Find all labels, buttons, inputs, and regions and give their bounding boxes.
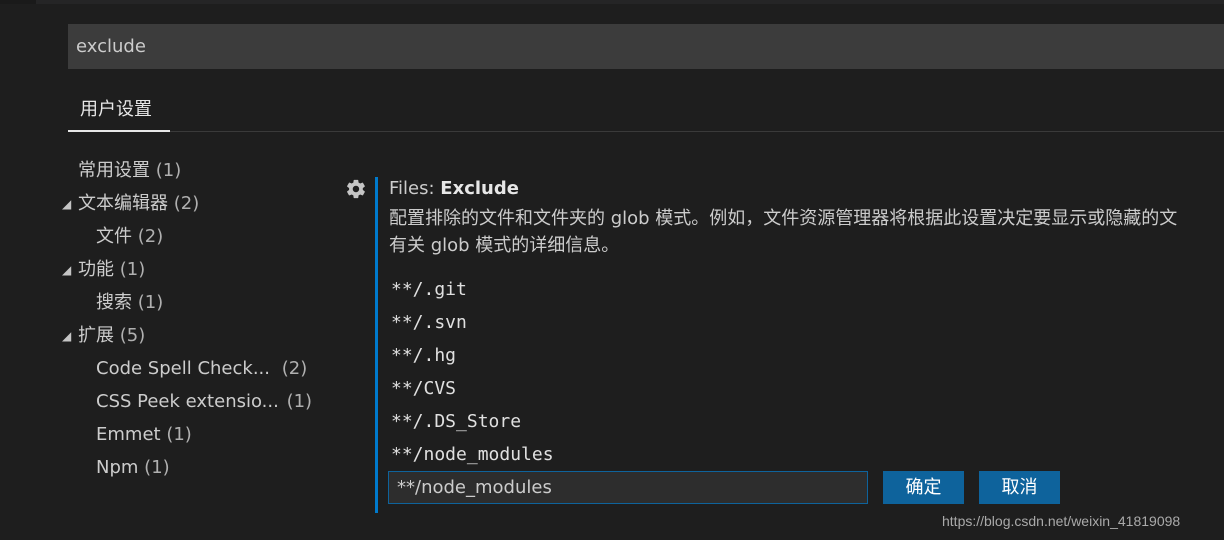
toc-item-common[interactable]: 常用设置 (1) (78, 158, 181, 184)
toc-item-count: (1) (166, 424, 192, 445)
toc-item-count: (2) (173, 193, 200, 214)
toc-item-count: (1) (137, 292, 164, 313)
toc-item-label: 搜索 (96, 292, 132, 313)
setting-description-line: 配置排除的文件和文件夹的 glob 模式。例如，文件资源管理器将根据此设置决定要… (389, 208, 1178, 229)
toc-item-count: (2) (281, 358, 308, 379)
toc-item-count: (2) (137, 226, 164, 247)
exclude-pattern-item[interactable]: **/.hg (391, 344, 456, 368)
toc-item-count: (5) (119, 325, 146, 346)
toc-item-count: (1) (119, 259, 146, 280)
settings-search-input[interactable]: exclude (68, 24, 1224, 69)
toc-item-label: 文件 (96, 226, 132, 247)
toc-item-label: 文本编辑器 (78, 193, 168, 214)
toc-item-emmet[interactable]: Emmet (1) (96, 422, 192, 448)
toc-item-label: Code Spell Check... (96, 358, 270, 379)
caret-down-icon[interactable]: ◢ (62, 329, 71, 343)
window-top-strip-corner (0, 0, 36, 4)
cancel-button[interactable]: 取消 (979, 471, 1060, 504)
toc-item-features[interactable]: 功能 (1) (78, 257, 145, 283)
setting-category: Files: (389, 178, 441, 199)
toc-item-search[interactable]: 搜索 (1) (96, 290, 163, 316)
exclude-pattern-item[interactable]: **/.DS_Store (391, 410, 521, 434)
setting-name: Exclude (440, 178, 519, 199)
active-tab-indicator (68, 130, 170, 132)
toc-item-label: CSS Peek extensio... (96, 391, 279, 412)
window-top-strip (0, 0, 1224, 4)
toc-item-text-editor[interactable]: 文本编辑器 (2) (78, 191, 199, 217)
exclude-pattern-item[interactable]: **/.git (391, 278, 467, 302)
toc-item-extensions[interactable]: 扩展 (5) (78, 323, 145, 349)
toc-item-count: (1) (144, 457, 170, 478)
toc-item-label: 常用设置 (78, 160, 150, 181)
focused-setting-indicator (375, 177, 378, 513)
gear-icon[interactable] (345, 178, 367, 200)
watermark-text: https://blog.csdn.net/weixin_41819098 (942, 513, 1181, 529)
tab-divider (170, 131, 1224, 132)
toc-item-css-peek[interactable]: CSS Peek extensio... (1) (96, 389, 312, 415)
toc-item-label: Emmet (96, 424, 161, 445)
setting-description-line: 有关 glob 模式的详细信息。 (389, 235, 620, 256)
setting-description: 配置排除的文件和文件夹的 glob 模式。例如，文件资源管理器将根据此设置决定要… (389, 205, 1224, 259)
ok-button[interactable]: 确定 (883, 471, 964, 504)
toc-item-count: (1) (286, 391, 313, 412)
toc-item-npm[interactable]: Npm (1) (96, 455, 170, 481)
setting-title: Files: Exclude (389, 177, 519, 201)
toc-item-count: (1) (155, 160, 182, 181)
exclude-pattern-item[interactable]: **/node_modules (391, 443, 554, 467)
caret-down-icon[interactable]: ◢ (62, 197, 71, 211)
toc-item-label: 扩展 (78, 325, 114, 346)
exclude-pattern-item[interactable]: **/CVS (391, 377, 456, 401)
exclude-pattern-item[interactable]: **/.svn (391, 311, 467, 335)
toc-item-label: 功能 (78, 259, 114, 280)
toc-item-label: Npm (96, 457, 139, 478)
toc-item-files[interactable]: 文件 (2) (96, 224, 163, 250)
pattern-edit-input[interactable]: **/node_modules (388, 471, 868, 504)
toc-item-code-spell-checker[interactable]: Code Spell Check... (2) (96, 356, 307, 382)
tab-user-settings[interactable]: 用户设置 (68, 96, 170, 132)
caret-down-icon[interactable]: ◢ (62, 263, 71, 277)
